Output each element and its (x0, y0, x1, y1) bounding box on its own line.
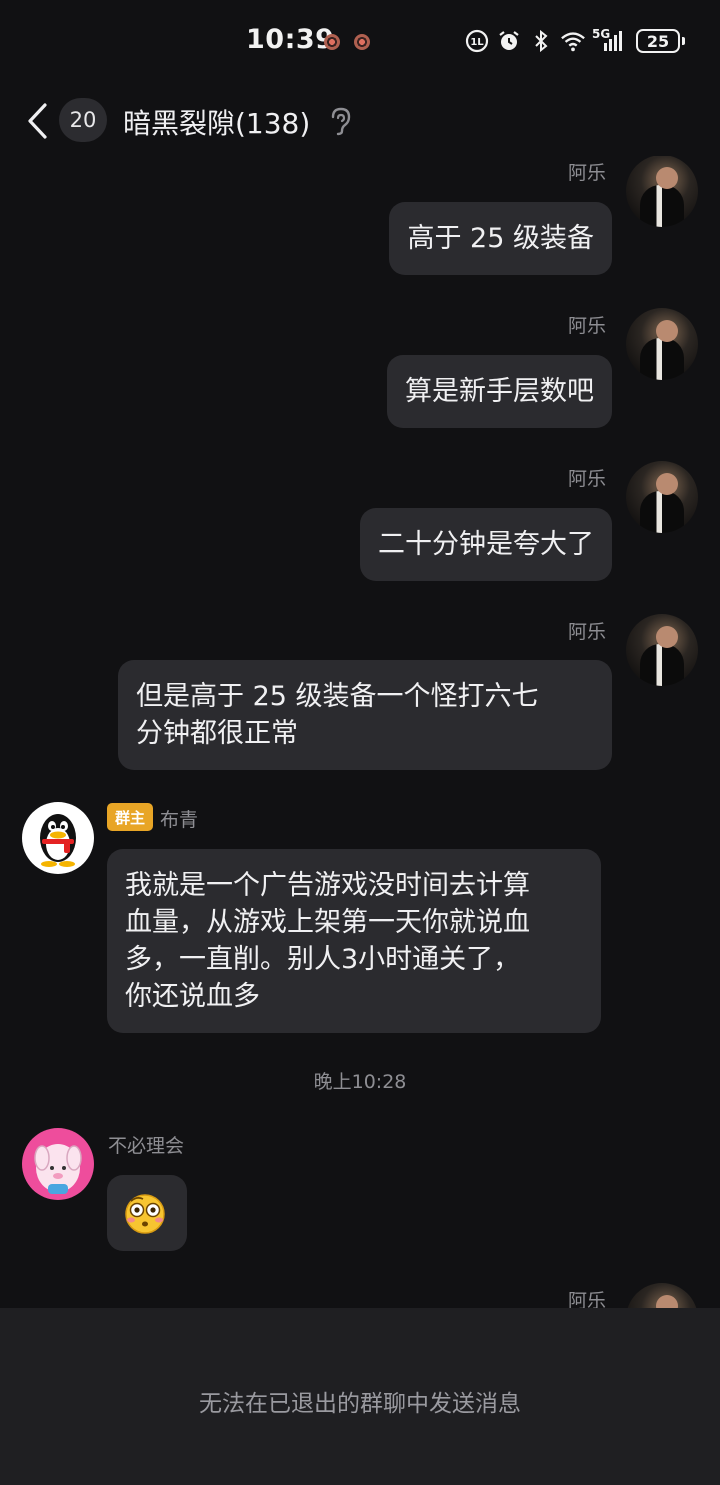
avatar[interactable] (626, 156, 698, 227)
sender-name: 阿乐 (567, 315, 606, 337)
status-bar: 10:39 1L 5G 25 (0, 0, 720, 86)
bluetooth-icon (528, 28, 554, 54)
sender-name: 阿乐 (567, 162, 606, 184)
notification-icon (354, 34, 370, 50)
avatar[interactable] (22, 1128, 94, 1200)
avatar[interactable] (22, 802, 94, 874)
cartoon-character-icon (34, 1144, 82, 1194)
avatar[interactable] (626, 308, 698, 380)
message-text: 我就是一个广告游戏没时间去计算 血量，从游戏上架第一天你就说血 多，一直削。别人… (125, 870, 530, 1012)
status-time: 10:39 (246, 24, 335, 55)
cannot-send-notice: 无法在已退出的群聊中发送消息 (199, 1391, 521, 1417)
time-divider: 晚上10:28 (313, 1071, 407, 1093)
status-icons: 1L 5G 25 (464, 28, 685, 54)
message-bubble[interactable]: 算是新手层数吧 (387, 355, 612, 428)
sender-name: 布青 (160, 809, 199, 831)
chat-header: 20 暗黑裂隙(138) (0, 86, 720, 156)
chat-title[interactable]: 暗黑裂隙(138) (123, 102, 310, 142)
message-bubble[interactable] (107, 1175, 187, 1251)
message-bubble[interactable]: 我就是一个广告游戏没时间去计算 血量，从游戏上架第一天你就说血 多，一直削。别人… (107, 849, 601, 1033)
signal-icon: 5G (592, 28, 624, 54)
sender-name: 阿乐 (567, 1290, 606, 1308)
earpiece-mode-icon[interactable] (326, 106, 354, 136)
svg-text:1L: 1L (470, 37, 484, 48)
message-text: 高于 25 级装备 (407, 223, 594, 254)
avatar[interactable] (626, 1283, 698, 1308)
hd-call-icon: 1L (464, 28, 490, 54)
flushed-face-emoji-icon (125, 1194, 165, 1234)
message-bubble[interactable]: 二十分钟是夸大了 (360, 508, 612, 581)
notification-icon (324, 34, 340, 50)
alarm-icon (496, 28, 522, 54)
unread-count-badge[interactable]: 20 (59, 98, 107, 142)
avatar[interactable] (626, 614, 698, 686)
message-text: 二十分钟是夸大了 (378, 529, 594, 560)
message-text: 算是新手层数吧 (405, 376, 594, 407)
message-list[interactable]: 阿乐 高于 25 级装备 阿乐 算是新手层数吧 阿乐 二十分钟是夸大了 阿乐 但… (0, 156, 720, 1308)
sender-name: 不必理会 (108, 1135, 185, 1157)
chat-screen: 10:39 1L 5G 25 20 暗黑裂隙(138) 阿乐 高于 25 级装备… (0, 0, 720, 1485)
message-bubble[interactable]: 但是高于 25 级装备一个怪打六七 分钟都很正常 (118, 660, 612, 770)
chevron-left-icon (28, 103, 47, 139)
input-disabled-bar: 无法在已退出的群聊中发送消息 (0, 1308, 720, 1485)
wifi-icon (560, 28, 586, 54)
battery-icon: 25 (636, 29, 685, 53)
qq-penguin-icon (40, 814, 76, 867)
avatar[interactable] (626, 461, 698, 533)
back-button[interactable] (18, 100, 58, 142)
message-bubble[interactable]: 高于 25 级装备 (389, 202, 612, 275)
sender-name: 阿乐 (567, 468, 606, 490)
group-owner-tag: 群主 (107, 803, 154, 831)
message-text: 但是高于 25 级装备一个怪打六七 分钟都很正常 (136, 681, 539, 749)
sender-name: 阿乐 (567, 621, 606, 643)
